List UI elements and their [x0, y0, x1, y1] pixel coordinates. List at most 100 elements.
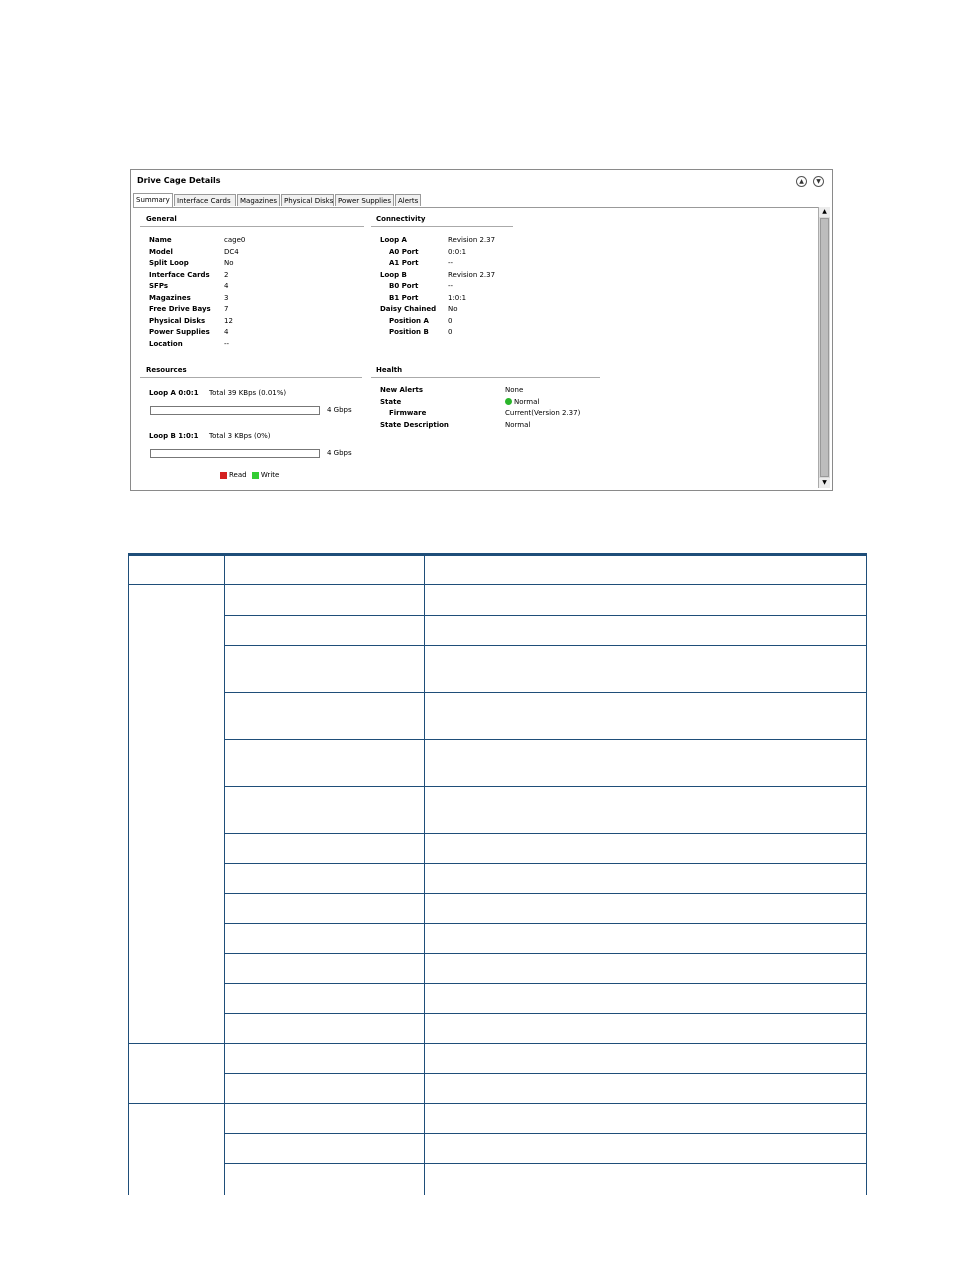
- connectivity-key: A1 Port: [389, 259, 419, 267]
- general-key: Location: [149, 339, 183, 348]
- health-keys: New Alerts State Firmware State Descript…: [380, 385, 449, 431]
- general-keys: Name Model Split Loop Interface Cards SF…: [149, 235, 211, 350]
- loop-b-total: Total 3 KBps (0%): [209, 432, 271, 440]
- table-row: [224, 1133, 867, 1134]
- general-key: SFPs: [149, 282, 168, 290]
- general-value: cage0: [224, 236, 246, 244]
- scroll-thumb[interactable]: [820, 218, 829, 477]
- table-left-border: [128, 553, 129, 1195]
- general-key: Model: [149, 247, 173, 256]
- read-swatch-icon: [220, 471, 227, 479]
- connectivity-key: B1 Port: [389, 293, 419, 302]
- loop-a-usage-bar: [150, 406, 320, 415]
- read-write-legend: Read Write: [220, 471, 279, 479]
- table-row: [224, 923, 867, 924]
- tab-power-supplies[interactable]: Power Supplies: [335, 194, 394, 206]
- connectivity-key: Position B: [389, 328, 429, 336]
- state-value: Normal: [514, 397, 540, 406]
- general-value: No: [224, 259, 234, 267]
- table-row: [224, 1163, 867, 1164]
- health-key: Firmware: [389, 409, 427, 417]
- tab-summary[interactable]: Summary: [133, 193, 173, 207]
- connectivity-value: No: [448, 305, 458, 313]
- health-values: None Normal Current(Version 2.37) Normal: [505, 385, 580, 431]
- tab-alerts[interactable]: Alerts: [395, 194, 421, 206]
- connectivity-values: Revision 2.37 0:0:1 -- Revision 2.37 -- …: [448, 235, 495, 339]
- connectivity-key: B0 Port: [389, 282, 419, 290]
- general-key: Split Loop: [149, 259, 189, 267]
- connectivity-key: Position A: [389, 316, 429, 325]
- table-row: [224, 692, 867, 693]
- connectivity-section-title: Connectivity: [376, 215, 426, 223]
- table-row: [224, 1013, 867, 1014]
- panel-title-bar: Drive Cage Details ▲ ▼: [131, 170, 832, 192]
- health-section-title: Health: [376, 366, 403, 374]
- connectivity-value: 1:0:1: [448, 293, 467, 302]
- loop-a-label: Loop A 0:0:1: [149, 389, 199, 397]
- legend-read: Read: [229, 471, 247, 479]
- tab-bar: Summary Interface Cards Magazines Physic…: [133, 193, 830, 208]
- health-value: None: [505, 386, 524, 394]
- table-row: [224, 863, 867, 864]
- expand-down-icon[interactable]: ▼: [813, 176, 824, 187]
- health-value: Normal: [505, 420, 531, 429]
- connectivity-value: 0: [448, 328, 453, 336]
- general-key: Interface Cards: [149, 270, 210, 279]
- general-values: cage0 DC4 No 2 4 3 7 12 4 --: [224, 235, 245, 350]
- health-value: Normal: [505, 397, 580, 409]
- connectivity-value: --: [448, 259, 454, 267]
- table-row: [128, 1043, 867, 1044]
- table-row: [224, 786, 867, 787]
- table-row: [224, 1073, 867, 1074]
- status-normal-icon: [505, 398, 512, 405]
- connectivity-key: Loop B: [380, 270, 407, 279]
- general-value: 12: [224, 316, 233, 325]
- scroll-down-icon[interactable]: ▼: [819, 478, 830, 488]
- table-row: [224, 983, 867, 984]
- health-key: New Alerts: [380, 386, 424, 394]
- connectivity-value: Revision 2.37: [448, 270, 496, 279]
- connectivity-keys: Loop A A0 Port A1 Port Loop B B0 Port B1…: [380, 235, 436, 339]
- panel-title: Drive Cage Details: [137, 176, 221, 185]
- column-divider: [224, 553, 225, 1195]
- table-row: [224, 833, 867, 834]
- table-row: [224, 953, 867, 954]
- general-key: Power Supplies: [149, 328, 210, 336]
- scroll-up-icon[interactable]: ▲: [819, 207, 830, 217]
- table-row: [224, 615, 867, 616]
- health-value: Current(Version 2.37): [505, 409, 581, 417]
- vertical-scrollbar[interactable]: ▲ ▼: [818, 207, 830, 488]
- drive-cage-details-panel: Drive Cage Details ▲ ▼ Summary Interface…: [130, 169, 833, 491]
- connectivity-key: Loop A: [380, 236, 407, 244]
- general-value: 4: [224, 328, 229, 336]
- tab-physical-disks[interactable]: Physical Disks: [281, 194, 334, 206]
- write-swatch-icon: [251, 471, 259, 479]
- general-divider: [140, 226, 364, 227]
- table-row: [224, 893, 867, 894]
- general-value: 3: [224, 293, 229, 302]
- connectivity-value: Revision 2.37: [448, 236, 496, 244]
- resources-section-title: Resources: [146, 366, 187, 374]
- table-row: [224, 645, 867, 646]
- connectivity-key: A0 Port: [389, 247, 419, 256]
- tab-magazines[interactable]: Magazines: [237, 194, 280, 206]
- table-row: [224, 739, 867, 740]
- loop-a-speed: 4 Gbps: [327, 406, 352, 414]
- table-right-border: [866, 553, 867, 1195]
- tab-interface-cards[interactable]: Interface Cards: [174, 194, 236, 206]
- connectivity-value: --: [448, 282, 454, 290]
- general-value: DC4: [224, 247, 239, 256]
- health-key: State Description: [380, 420, 449, 429]
- general-section-title: General: [146, 215, 177, 223]
- loop-a-total: Total 39 KBps (0.01%): [209, 389, 287, 397]
- connectivity-value: 0:0:1: [448, 247, 467, 256]
- column-divider: [424, 553, 425, 1195]
- general-key: Free Drive Bays: [149, 305, 211, 313]
- general-key: Magazines: [149, 293, 191, 302]
- loop-b-label: Loop B 1:0:1: [149, 432, 199, 440]
- connectivity-key: Daisy Chained: [380, 305, 437, 313]
- loop-b-usage-bar: [150, 449, 320, 458]
- general-value: 4: [224, 282, 229, 290]
- table-header-row: [128, 553, 867, 585]
- collapse-up-icon[interactable]: ▲: [796, 176, 807, 187]
